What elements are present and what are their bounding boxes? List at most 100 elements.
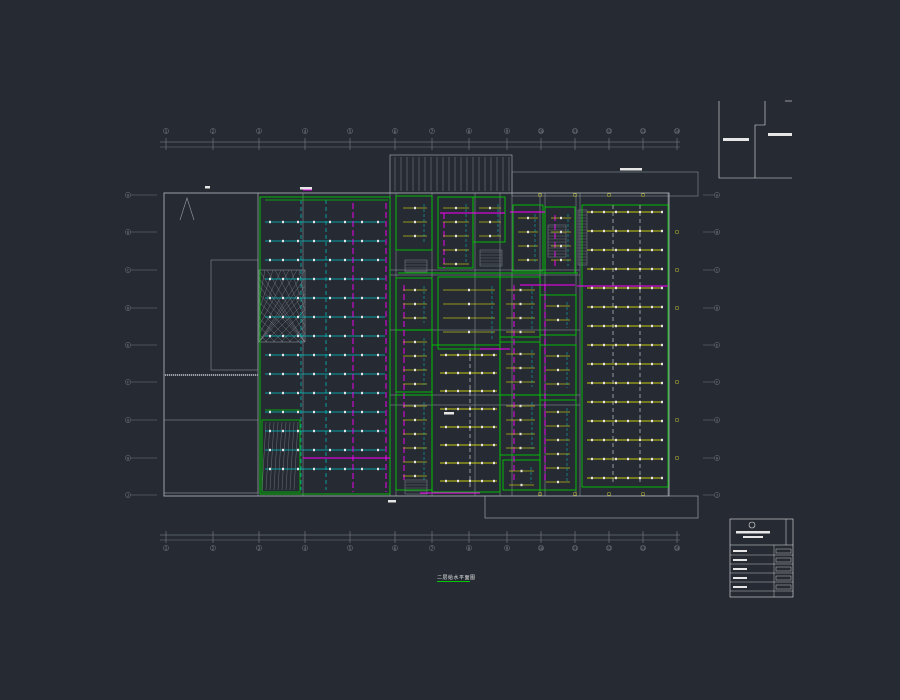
- fixture: [377, 258, 379, 262]
- fixture: [481, 407, 483, 411]
- axis-grid: 1 2 3 4 5 6 7 8 9 10 11 12 13 141 2 3 4 5 6 7 8 9 10 11 12 13 14AB…: [125, 128, 720, 551]
- fixture: [269, 296, 271, 300]
- fixture: [344, 277, 346, 281]
- fixture: [591, 438, 593, 442]
- column-marker: [675, 418, 679, 422]
- fixture: [627, 248, 629, 252]
- fixture: [651, 343, 653, 347]
- fixture: [661, 229, 663, 233]
- fixture: [297, 448, 299, 452]
- axis-letter: D: [127, 306, 129, 310]
- fixture: [591, 419, 593, 423]
- fixture: [377, 429, 379, 433]
- fixture: [615, 438, 617, 442]
- fixture: [457, 353, 459, 357]
- fixture: [661, 362, 663, 366]
- title-block-value: [775, 548, 792, 554]
- fixture: [377, 391, 379, 395]
- fixture: [519, 288, 522, 292]
- fixture: [661, 381, 663, 385]
- hatch-line: [266, 269, 306, 335]
- fixture: [591, 476, 593, 480]
- fixture: [591, 267, 593, 271]
- fixture: [297, 220, 299, 224]
- fixture: [519, 366, 522, 370]
- fixture: [519, 352, 522, 356]
- fixture: [377, 467, 379, 471]
- fixture: [615, 248, 617, 252]
- column-marker: [641, 492, 645, 496]
- fixture: [329, 429, 331, 433]
- fixture: [591, 362, 593, 366]
- fixture: [414, 220, 416, 224]
- fixture: [457, 479, 459, 483]
- fixture: [282, 220, 284, 224]
- fixture: [615, 210, 617, 214]
- fixture: [651, 286, 653, 290]
- axis-letter: J: [127, 493, 129, 497]
- fixture: [297, 353, 299, 357]
- fixture: [414, 354, 416, 358]
- fixture: [651, 248, 653, 252]
- fixture: [414, 368, 416, 372]
- fixture: [661, 400, 663, 404]
- fixture: [481, 425, 483, 429]
- fixture: [481, 443, 483, 447]
- fixture: [313, 258, 315, 262]
- fixture: [361, 277, 363, 281]
- fixture: [519, 380, 522, 384]
- axis-letter: A: [127, 193, 130, 197]
- fixture: [560, 244, 562, 248]
- title-block-value: [775, 557, 792, 563]
- fixture: [445, 371, 447, 375]
- fixture: [603, 210, 605, 214]
- drawing-title-underline: [437, 581, 470, 582]
- fixture: [615, 476, 617, 480]
- fixture: [481, 461, 483, 465]
- fixture: [329, 448, 331, 452]
- fixture: [329, 296, 331, 300]
- fixture: [361, 410, 363, 414]
- fixture: [414, 340, 416, 344]
- fixture: [651, 229, 653, 233]
- fixture: [661, 457, 663, 461]
- fixture: [269, 372, 271, 376]
- fixture: [329, 315, 331, 319]
- building-walls: [163, 154, 699, 519]
- plumbing-zone-outline: [499, 394, 541, 456]
- fixture: [481, 479, 483, 483]
- fixture: [627, 324, 629, 328]
- fixture: [591, 343, 593, 347]
- fixture: [639, 362, 641, 366]
- fixture: [493, 407, 495, 411]
- axis-letter: E: [716, 343, 718, 347]
- fixture: [269, 277, 271, 281]
- axis-letter: J: [716, 493, 718, 497]
- fixture: [269, 448, 271, 452]
- fixture: [661, 248, 663, 252]
- fixture: [344, 448, 346, 452]
- fixture: [591, 210, 593, 214]
- fixture: [361, 448, 363, 452]
- fixture: [414, 432, 416, 436]
- fixture: [489, 206, 491, 210]
- fixture: [493, 389, 495, 393]
- hatch-line: [289, 421, 295, 491]
- ramp-mark: [179, 197, 195, 221]
- fixture: [627, 362, 629, 366]
- fixture: [481, 389, 483, 393]
- fixture: [661, 210, 663, 214]
- axis-letter: E: [127, 343, 129, 347]
- fixture: [493, 425, 495, 429]
- fixture: [313, 353, 315, 357]
- fixture: [560, 258, 562, 262]
- fixture: [297, 258, 299, 262]
- axis-letter: D: [716, 306, 718, 310]
- fixture: [520, 483, 523, 487]
- axis-letter: F: [127, 380, 129, 384]
- fixture: [377, 277, 379, 281]
- fixture: [313, 296, 315, 300]
- fixture: [651, 457, 653, 461]
- fixture: [297, 315, 299, 319]
- plumbing-zone-outline: [259, 196, 391, 495]
